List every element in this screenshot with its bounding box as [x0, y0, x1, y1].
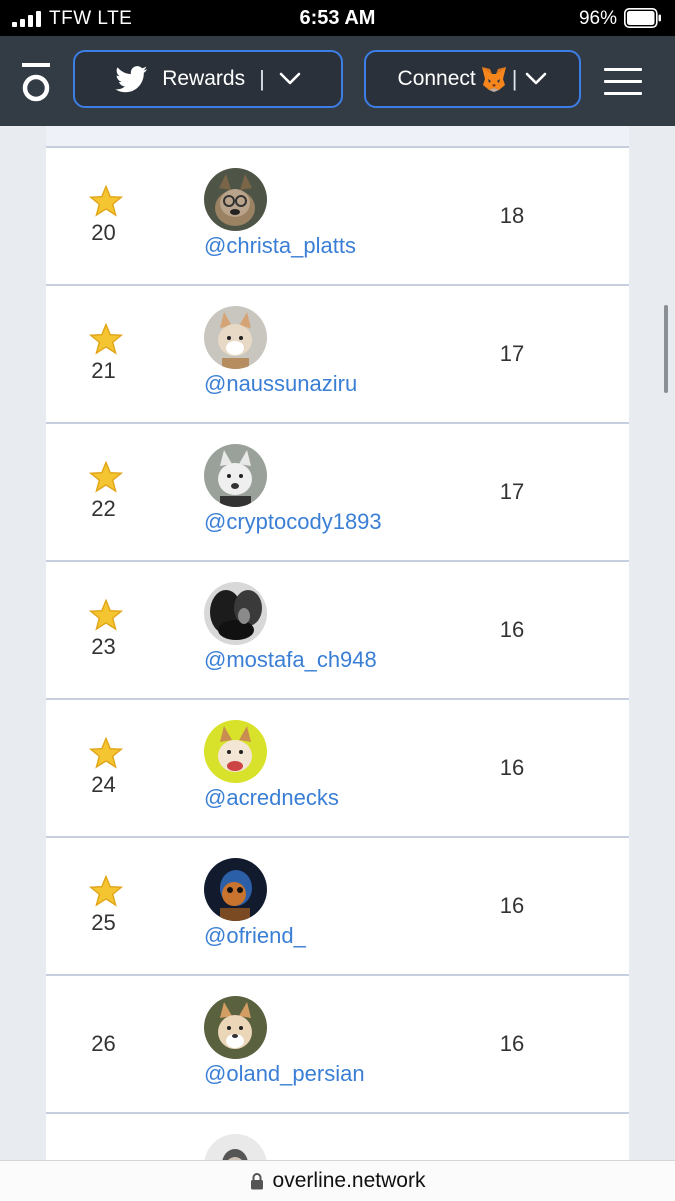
connect-wallet-button[interactable]: Connect | — [364, 50, 581, 108]
hamburger-menu-icon[interactable] — [604, 68, 642, 96]
user-avatar[interactable] — [204, 444, 267, 507]
user-handle-link[interactable]: @mostafa_ch948 — [204, 647, 377, 673]
points-value: 16 — [499, 617, 525, 642]
star-icon — [89, 737, 123, 769]
rank-number: 24 — [91, 772, 116, 797]
leaderboard-card: 20 @christa_platts 18 21 @naussunaziru 1… — [46, 126, 629, 1160]
lock-icon — [250, 1173, 263, 1190]
user-handle-link[interactable]: @cryptocody1893 — [204, 509, 382, 535]
user-handle-link[interactable]: @ofriend_ — [204, 923, 306, 949]
rank-number: 20 — [91, 220, 116, 245]
rank-number: 26 — [91, 1031, 116, 1056]
user-handle-link[interactable]: @christa_platts — [204, 233, 356, 259]
leaderboard-row: 22 @cryptocody1893 17 — [46, 424, 629, 562]
metamask-fox-icon — [481, 67, 506, 92]
battery-icon — [624, 8, 661, 28]
page-scrollbar[interactable] — [664, 305, 668, 393]
top-nav-bar: Rewards | Connect | — [0, 36, 675, 126]
star-icon — [89, 875, 123, 907]
rank-number: 25 — [91, 910, 116, 935]
user-avatar[interactable] — [204, 858, 267, 921]
chevron-down-icon — [526, 72, 547, 85]
rewards-label: Rewards — [162, 67, 246, 90]
user-handle-link[interactable]: @oland_persian — [204, 1061, 365, 1087]
chevron-down-icon — [279, 72, 301, 85]
rewards-separator: | — [259, 66, 265, 91]
leaderboard-row: 21 @naussunaziru 17 — [46, 286, 629, 424]
leaderboard-row: 23 @mostafa_ch948 16 — [46, 562, 629, 700]
user-avatar[interactable] — [204, 1134, 267, 1160]
leaderboard-row — [46, 1114, 629, 1160]
user-avatar[interactable] — [204, 168, 267, 231]
leaderboard-row: 25 @ofriend_ 16 — [46, 838, 629, 976]
browser-url-bar[interactable]: overline.network — [0, 1160, 675, 1201]
points-value: 16 — [499, 893, 525, 918]
user-handle-link[interactable]: @acrednecks — [204, 785, 339, 811]
star-icon — [89, 461, 123, 493]
rank-number: 22 — [91, 496, 116, 521]
connect-label: Connect — [397, 67, 476, 90]
rank-number: 21 — [91, 358, 116, 383]
user-avatar[interactable] — [204, 996, 267, 1059]
status-time: 6:53 AM — [299, 7, 376, 29]
url-domain: overline.network — [272, 1169, 426, 1192]
rank-number: 23 — [91, 634, 116, 659]
leaderboard-header-strip — [46, 126, 629, 148]
user-avatar[interactable] — [204, 582, 267, 645]
star-icon — [89, 323, 123, 355]
user-handle-link[interactable]: @naussunaziru — [204, 371, 357, 397]
leaderboard-row: 24 @acrednecks 16 — [46, 700, 629, 838]
points-value: 16 — [499, 1031, 525, 1056]
points-value: 18 — [499, 203, 525, 228]
leaderboard-row: 20 @christa_platts 18 — [46, 148, 629, 286]
leaderboard-scroll-area[interactable]: 20 @christa_platts 18 21 @naussunaziru 1… — [0, 126, 675, 1160]
overline-logo-icon[interactable] — [19, 62, 53, 102]
rewards-button[interactable]: Rewards | — [73, 50, 343, 108]
leaderboard-row: 26 @oland_persian 16 — [46, 976, 629, 1114]
points-value: 16 — [499, 755, 525, 780]
battery-percentage: 96% — [578, 8, 617, 29]
twitter-bird-icon — [115, 65, 148, 92]
user-avatar[interactable] — [204, 720, 267, 783]
star-icon — [89, 185, 123, 217]
points-value: 17 — [499, 479, 525, 504]
connect-separator: | — [511, 66, 518, 91]
points-value: 17 — [499, 341, 525, 366]
status-bar: TFW LTE 6:53 AM 96% — [0, 0, 675, 36]
user-avatar[interactable] — [204, 306, 267, 369]
star-icon — [89, 599, 123, 631]
